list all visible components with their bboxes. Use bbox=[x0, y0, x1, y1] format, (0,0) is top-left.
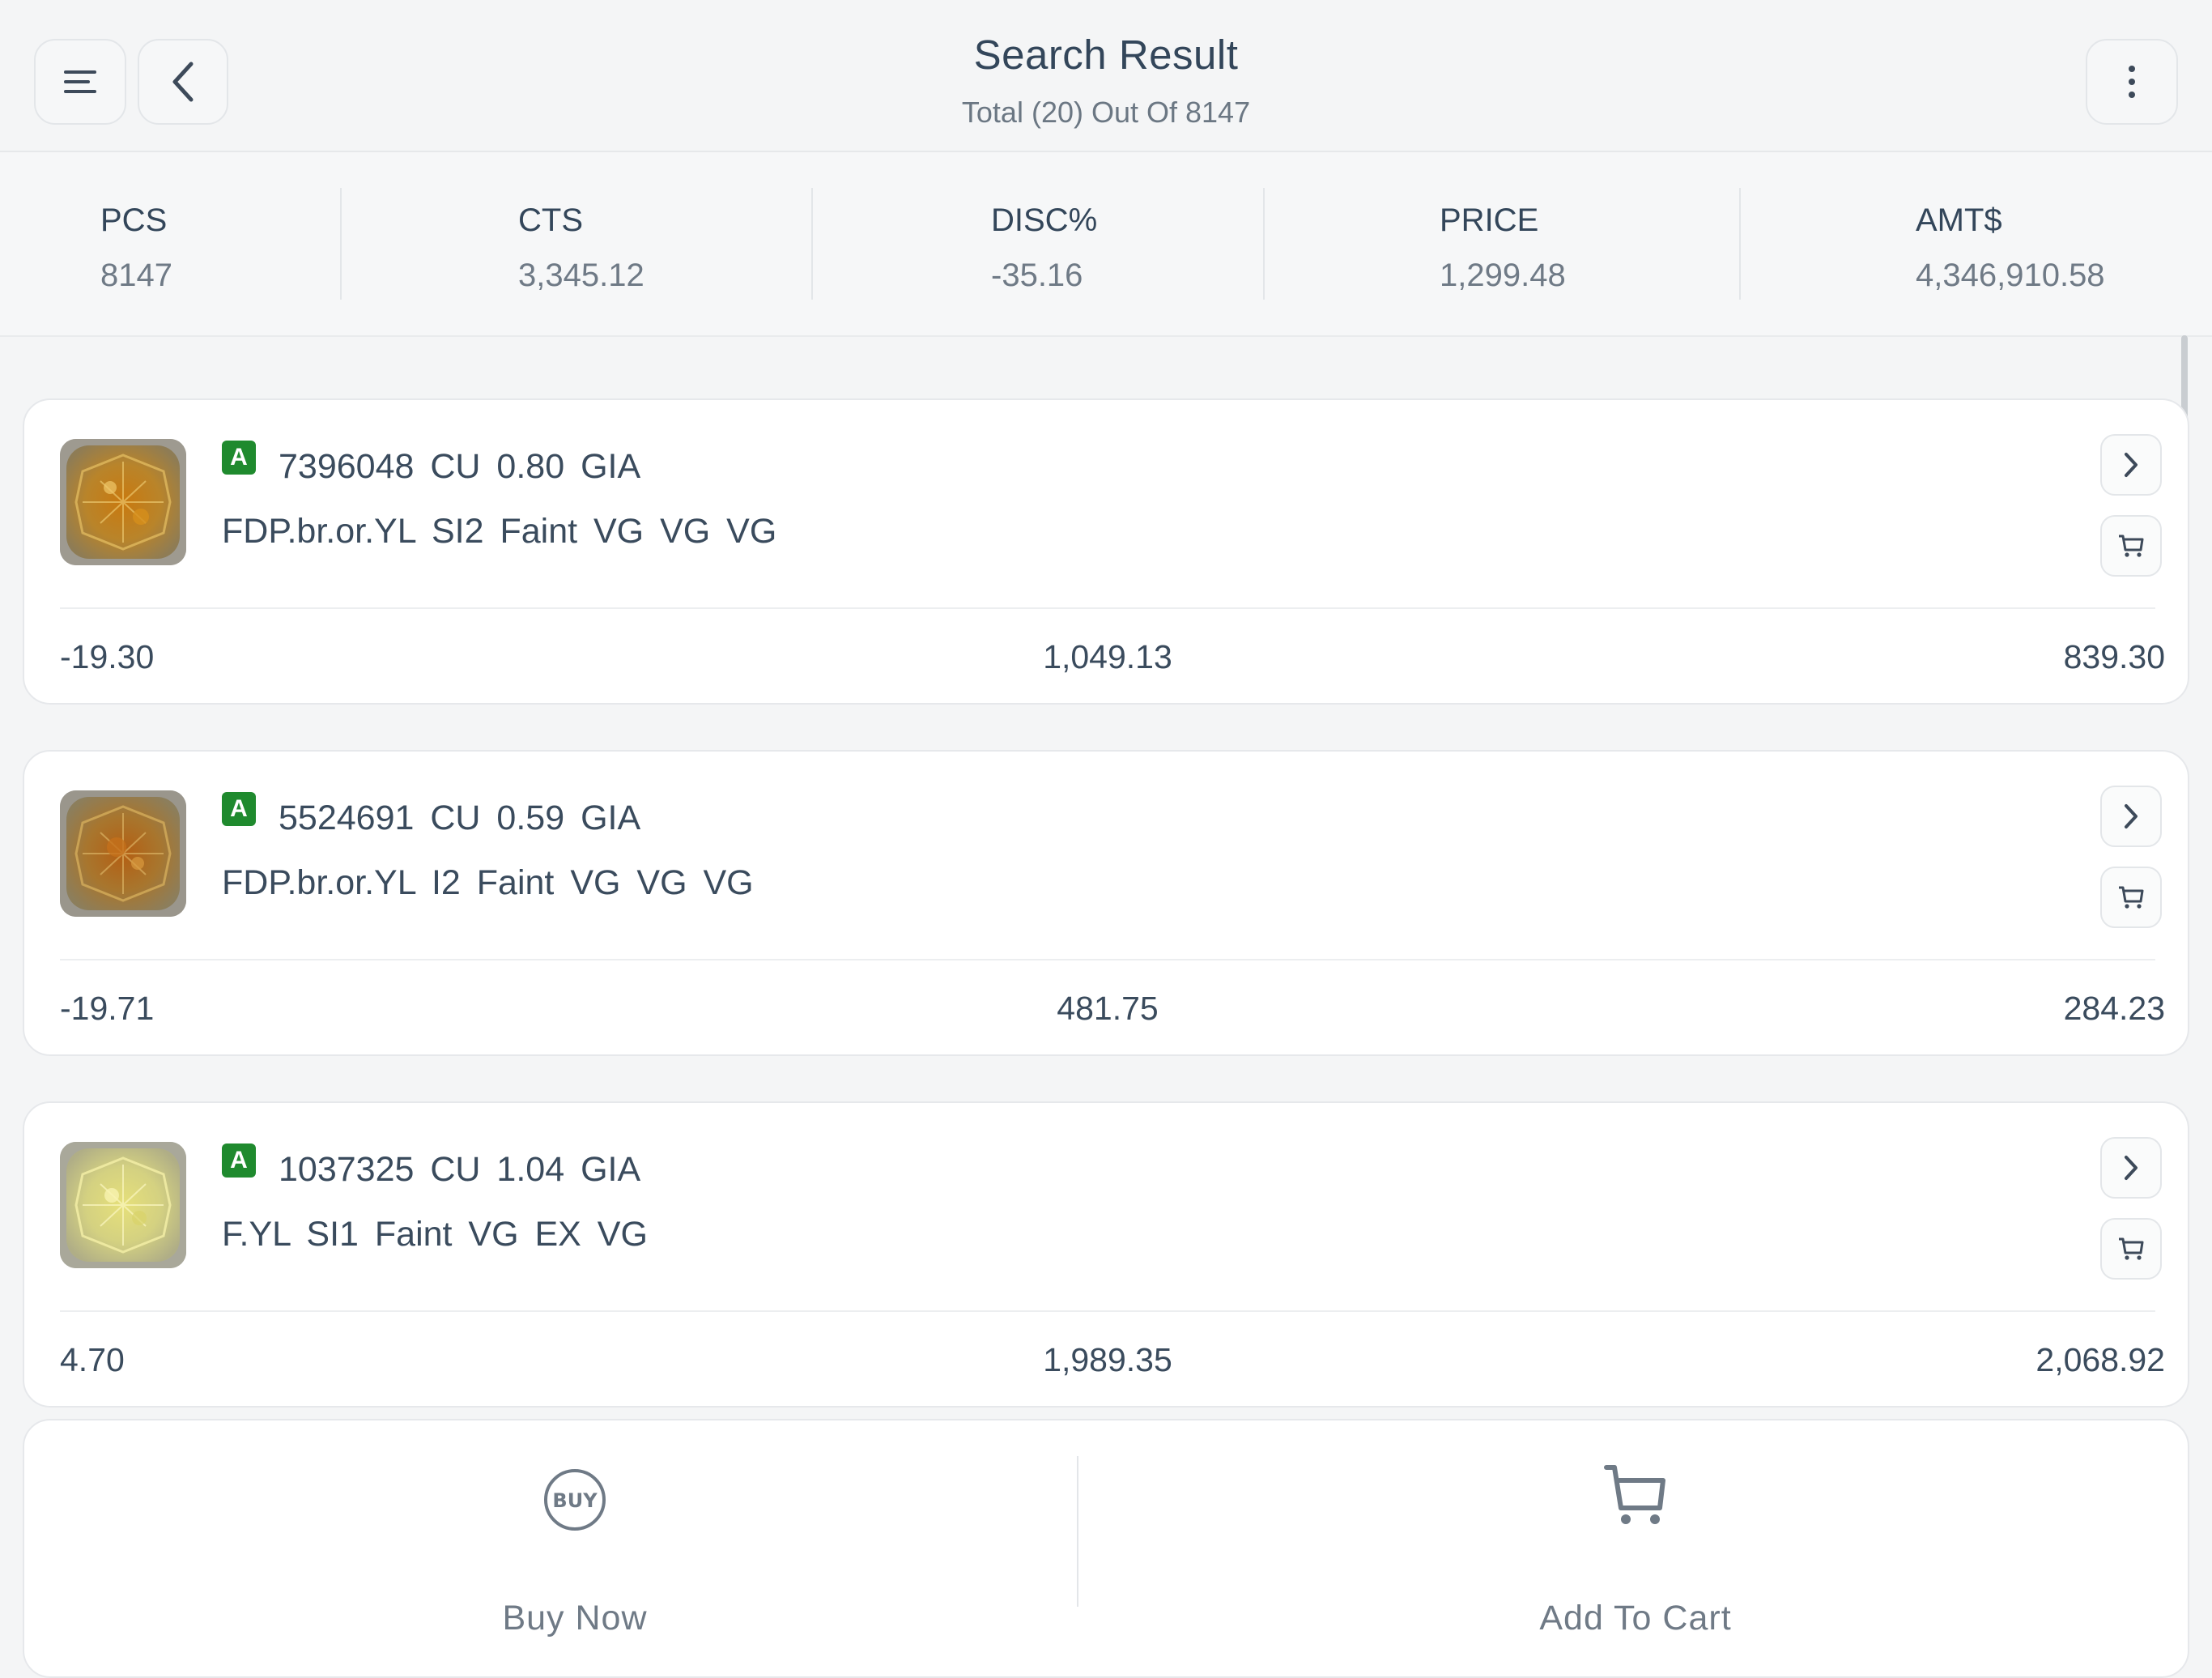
availability-badge: A bbox=[222, 1144, 256, 1178]
amount-value: 839.30 bbox=[2063, 638, 2165, 675]
summary-label: DISC% bbox=[991, 202, 1098, 238]
cart-icon bbox=[1604, 1465, 1665, 1524]
diamond-thumbnail bbox=[60, 790, 186, 917]
page-title: Search Result bbox=[973, 32, 1239, 78]
add-to-cart-action-button[interactable]: Add To Cart bbox=[1433, 1465, 1838, 1638]
stone-lab: GIA bbox=[581, 799, 641, 837]
summary-value: 1,299.48 bbox=[1440, 258, 1566, 293]
summary-value: -35.16 bbox=[991, 258, 1083, 293]
card-divider bbox=[60, 1310, 2155, 1312]
summary-amount: AMT$ 4,346,910.58 bbox=[1741, 152, 2212, 335]
view-details-button[interactable] bbox=[2100, 1137, 2162, 1199]
view-details-button[interactable] bbox=[2100, 434, 2162, 496]
view-details-button[interactable] bbox=[2100, 786, 2162, 847]
result-card[interactable]: A 7396048 CU 0.80 GIA FDP.br.or.YL SI2 F… bbox=[23, 398, 2189, 705]
buy-now-button[interactable]: BUY Buy Now bbox=[397, 1467, 753, 1638]
stone-carat: 0.59 bbox=[496, 799, 565, 837]
summary-value: 8147 bbox=[100, 258, 172, 293]
add-to-cart-label: Add To Cart bbox=[1539, 1599, 1732, 1638]
chevron-right-icon bbox=[2125, 453, 2138, 477]
summary-label: PCS bbox=[100, 202, 168, 238]
stone-id: 5524691 bbox=[279, 799, 415, 837]
result-card[interactable]: A 1037325 CU 1.04 GIA F.YL SI1 Faint VG … bbox=[23, 1101, 2189, 1408]
svg-text:BUY: BUY bbox=[552, 1489, 598, 1512]
more-options-button[interactable] bbox=[2086, 39, 2178, 125]
page-subtitle: Total (20) Out Of 8147 bbox=[961, 96, 1251, 129]
card-divider bbox=[60, 959, 2155, 960]
buy-now-label: Buy Now bbox=[502, 1599, 648, 1638]
diamond-image-icon bbox=[60, 790, 186, 917]
add-to-cart-button[interactable] bbox=[2100, 1218, 2162, 1280]
stone-summary: 1037325 CU 1.04 GIA bbox=[279, 1150, 640, 1190]
stone-lab: GIA bbox=[581, 1150, 641, 1189]
stone-carat: 0.80 bbox=[496, 447, 565, 486]
add-to-cart-button[interactable] bbox=[2100, 867, 2162, 928]
chevron-right-icon bbox=[2125, 804, 2138, 828]
price-value: 1,049.13 bbox=[1043, 638, 1172, 675]
cart-icon bbox=[2119, 1237, 2144, 1260]
cart-icon bbox=[2119, 534, 2144, 557]
price-value: 481.75 bbox=[1057, 990, 1159, 1027]
stone-shape: CU bbox=[430, 799, 481, 837]
result-card[interactable]: A 5524691 CU 0.59 GIA FDP.br.or.YL I2 Fa… bbox=[23, 750, 2189, 1056]
more-vertical-icon bbox=[2129, 66, 2135, 98]
chevron-right-icon bbox=[2125, 1156, 2138, 1180]
buy-icon: BUY bbox=[544, 1469, 606, 1531]
availability-badge: A bbox=[222, 441, 256, 475]
stone-summary: 7396048 CU 0.80 GIA bbox=[279, 447, 640, 487]
summary-price: PRICE 1,299.48 bbox=[1265, 152, 1739, 335]
bottom-action-bar: BUY Buy Now Add To Cart bbox=[23, 1419, 2189, 1678]
stone-shape: CU bbox=[430, 1150, 481, 1189]
price-value: 1,989.35 bbox=[1043, 1341, 1172, 1378]
stone-lab: GIA bbox=[581, 447, 641, 486]
action-divider bbox=[1077, 1456, 1078, 1607]
stone-summary: 5524691 CU 0.59 GIA bbox=[279, 799, 640, 838]
stone-details: FDP.br.or.YL SI2 Faint VG VG VG bbox=[222, 512, 777, 551]
stone-id: 1037325 bbox=[279, 1150, 415, 1189]
summary-bar: PCS 8147 CTS 3,345.12 DISC% -35.16 PRICE… bbox=[0, 152, 2212, 337]
summary-value: 3,345.12 bbox=[518, 258, 644, 293]
summary-pcs: PCS 8147 bbox=[0, 152, 340, 335]
stone-id: 7396048 bbox=[279, 447, 415, 486]
app-header: Search Result Total (20) Out Of 8147 bbox=[0, 0, 2212, 152]
diamond-thumbnail bbox=[60, 1142, 186, 1268]
amount-value: 2,068.92 bbox=[2035, 1341, 2165, 1378]
stone-shape: CU bbox=[430, 447, 481, 486]
availability-badge: A bbox=[222, 792, 256, 826]
summary-label: CTS bbox=[518, 202, 583, 238]
diamond-image-icon bbox=[60, 439, 186, 565]
summary-label: PRICE bbox=[1440, 202, 1539, 238]
diamond-thumbnail bbox=[60, 439, 186, 565]
summary-label: AMT$ bbox=[1916, 202, 2002, 238]
summary-cts: CTS 3,345.12 bbox=[342, 152, 811, 335]
card-divider bbox=[60, 607, 2155, 609]
cart-icon bbox=[2119, 886, 2144, 909]
diamond-image-icon bbox=[60, 1142, 186, 1268]
amount-value: 284.23 bbox=[2063, 990, 2165, 1027]
stone-carat: 1.04 bbox=[496, 1150, 565, 1189]
summary-value: 4,346,910.58 bbox=[1916, 258, 2105, 293]
add-to-cart-button[interactable] bbox=[2100, 515, 2162, 577]
summary-disc: DISC% -35.16 bbox=[813, 152, 1263, 335]
stone-details: F.YL SI1 Faint VG EX VG bbox=[222, 1215, 648, 1254]
stone-details: FDP.br.or.YL I2 Faint VG VG VG bbox=[222, 863, 754, 902]
